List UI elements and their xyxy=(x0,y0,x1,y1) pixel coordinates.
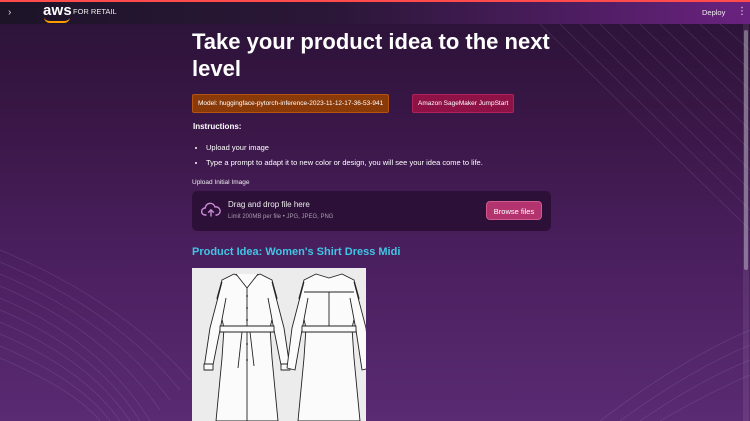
app-header: › aws FOR RETAIL Deploy ⋮ xyxy=(0,2,750,24)
aws-smile-icon xyxy=(44,17,70,23)
chevron-right-icon[interactable]: › xyxy=(8,7,11,18)
file-dropzone[interactable]: Drag and drop file here Limit 200MB per … xyxy=(192,191,551,231)
browse-files-button[interactable]: Browse files xyxy=(486,201,542,220)
cloud-upload-icon xyxy=(201,202,221,217)
dropzone-title: Drag and drop file here xyxy=(228,200,310,209)
product-idea-heading: Product Idea: Women's Shirt Dress Midi xyxy=(192,246,401,258)
instructions-heading: Instructions: xyxy=(193,122,242,131)
product-sketch-image xyxy=(192,268,366,421)
instruction-item: Upload your image xyxy=(206,140,483,155)
shirt-dress-sketch xyxy=(203,273,366,421)
upload-label: Upload Initial Image xyxy=(192,179,250,186)
model-tag: Model: huggingface-pytorch-inference-202… xyxy=(192,94,390,113)
brand-suffix: FOR RETAIL xyxy=(73,7,117,16)
scrollbar-thumb[interactable] xyxy=(744,30,748,270)
page-title: Take your product idea to the next level xyxy=(192,29,550,81)
deploy-button[interactable]: Deploy xyxy=(702,8,725,17)
dropzone-limit: Limit 200MB per file • JPG, JPEG, PNG xyxy=(228,214,334,220)
kebab-menu-icon[interactable]: ⋮ xyxy=(737,6,747,17)
instruction-item: Type a prompt to adapt it to new color o… xyxy=(206,155,483,170)
platform-tag: Amazon SageMaker JumpStart xyxy=(412,94,515,113)
instructions-list: Upload your image Type a prompt to adapt… xyxy=(195,140,483,170)
